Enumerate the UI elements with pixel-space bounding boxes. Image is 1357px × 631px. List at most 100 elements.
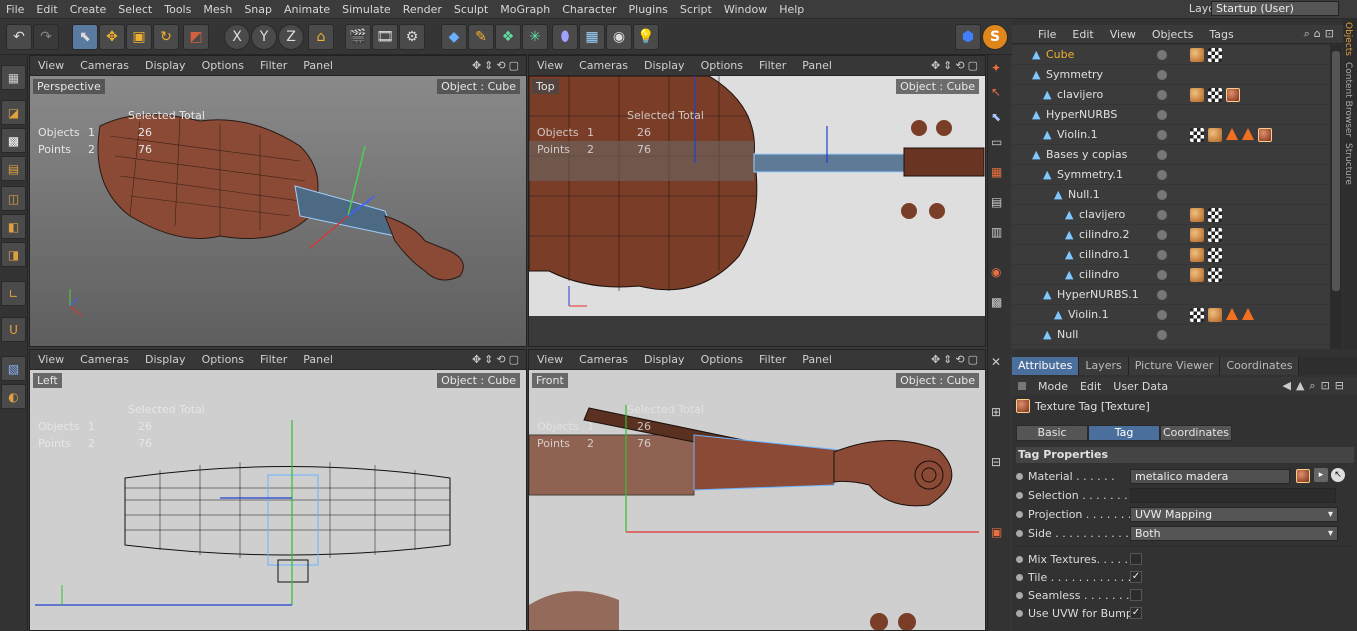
vp-menu-display[interactable]: Display	[137, 59, 194, 72]
viewport-canvas[interactable]: Front Object : Cube Selected Total Objec…	[529, 370, 985, 630]
tool-icon[interactable]: ▥	[991, 225, 1002, 239]
recent-tool-icon[interactable]: ◩	[183, 24, 209, 50]
object-row[interactable]: ▲ Cube	[1012, 45, 1330, 65]
object-row[interactable]: ▲ clavijero	[1012, 85, 1330, 105]
cloner-icon[interactable]: ✳	[522, 24, 548, 50]
side-tab-structure[interactable]: Structure	[1343, 140, 1353, 188]
layer-dot[interactable]	[1157, 210, 1167, 220]
vp-menu-options[interactable]: Options	[693, 353, 751, 366]
object-row[interactable]: ▲ Null.1	[1012, 185, 1330, 205]
vp-menu-filter[interactable]: Filter	[252, 59, 295, 72]
viewport-canvas[interactable]: Top Object : Cube Selected Total Objects…	[529, 75, 985, 316]
tool-icon[interactable]: ▩	[991, 295, 1002, 309]
texture-tag-icon[interactable]	[1208, 268, 1222, 282]
tool-icon[interactable]: ▣	[991, 525, 1002, 539]
rotate-icon[interactable]: ↻	[153, 24, 179, 50]
layer-dot[interactable]	[1157, 270, 1167, 280]
menu-script[interactable]: Script	[674, 3, 718, 16]
layer-dot[interactable]	[1157, 290, 1167, 300]
scale-icon[interactable]: ▣	[126, 24, 152, 50]
vp-menu-view[interactable]: View	[529, 59, 571, 72]
texture-tag-icon[interactable]	[1208, 248, 1222, 262]
object-row[interactable]: ▲ Null	[1012, 325, 1330, 345]
viewport-top[interactable]: View Cameras Display Options Filter Pane…	[528, 55, 986, 347]
layer-dot[interactable]	[1157, 250, 1167, 260]
layer-dot[interactable]	[1157, 170, 1167, 180]
cube-primitive-icon[interactable]: ◆	[441, 24, 467, 50]
object-name[interactable]: Symmetry	[1046, 68, 1103, 81]
om-menu-tags[interactable]: Tags	[1201, 28, 1241, 41]
render-settings-icon[interactable]: ⚙	[399, 24, 425, 50]
seamless-checkbox[interactable]	[1130, 589, 1142, 601]
tool-icon[interactable]: ⊟	[991, 455, 1001, 469]
render-view-icon[interactable]: 🎬	[345, 24, 371, 50]
floor-icon[interactable]: ▦	[579, 24, 605, 50]
material-preview-icon[interactable]	[1296, 469, 1310, 483]
texture-tag-icon[interactable]	[1208, 208, 1222, 222]
viewport-canvas[interactable]: Left Object : Cube Selected Total Object…	[30, 370, 526, 630]
object-name[interactable]: Cube	[1046, 48, 1074, 61]
anim-dot[interactable]	[1016, 573, 1023, 581]
vp-menu-panel[interactable]: Panel	[295, 353, 341, 366]
menu-select[interactable]: Select	[112, 3, 158, 16]
tool-icon[interactable]: ▦	[991, 165, 1002, 179]
spline-pen-icon[interactable]: ✎	[468, 24, 494, 50]
model-mode-icon[interactable]: ◪	[1, 100, 26, 125]
menu-create[interactable]: Create	[64, 3, 113, 16]
workplane-icon[interactable]: ▤	[1, 156, 26, 181]
texture-tag-icon[interactable]	[1208, 88, 1222, 102]
om-menu-file[interactable]: File	[1030, 28, 1064, 41]
layer-dot[interactable]	[1157, 330, 1167, 340]
light-icon[interactable]: 💡	[633, 24, 659, 50]
anim-dot[interactable]	[1016, 491, 1023, 499]
tab-coordinates[interactable]: Coordinates	[1220, 357, 1300, 375]
vp-menu-panel[interactable]: Panel	[794, 59, 840, 72]
move-icon[interactable]: ✥	[99, 24, 125, 50]
object-row[interactable]: ▲ clavijero	[1012, 205, 1330, 225]
anim-dot[interactable]	[1016, 609, 1023, 617]
live-selection-icon[interactable]: ⬉	[72, 24, 98, 50]
object-name[interactable]: cilindro	[1079, 268, 1119, 281]
anim-dot[interactable]	[1016, 529, 1023, 537]
menu-snap[interactable]: Snap	[238, 3, 278, 16]
om-menu-view[interactable]: View	[1102, 28, 1144, 41]
undo-icon[interactable]: ↶	[6, 24, 32, 50]
subtab-basic[interactable]: Basic	[1016, 425, 1088, 441]
menu-tools[interactable]: Tools	[158, 3, 197, 16]
magnet-icon[interactable]: U	[1, 317, 26, 342]
om-menu-edit[interactable]: Edit	[1064, 28, 1101, 41]
material-field[interactable]: metalico madera	[1130, 468, 1290, 484]
viewport-nav-icons[interactable]: ✥⇕⟲▢	[931, 353, 981, 366]
viewport-left[interactable]: View Cameras Display Options Filter Pane…	[29, 349, 527, 631]
vp-menu-cameras[interactable]: Cameras	[571, 353, 636, 366]
redo-icon[interactable]: ↷	[33, 24, 59, 50]
coordinate-system-icon[interactable]: ⌂	[308, 24, 334, 50]
viewport-canvas[interactable]: Perspective Object : Cube Selected Total…	[30, 76, 526, 346]
attr-menu-user-data[interactable]: User Data	[1107, 380, 1174, 393]
warning-tag-icon[interactable]	[1226, 128, 1238, 140]
python-script-icon[interactable]: ⬢	[955, 24, 981, 50]
vp-menu-filter[interactable]: Filter	[751, 59, 794, 72]
layer-dot[interactable]	[1157, 230, 1167, 240]
uvw-bump-checkbox[interactable]: ✓	[1130, 607, 1142, 619]
menu-render[interactable]: Render	[397, 3, 448, 16]
vp-menu-filter[interactable]: Filter	[252, 353, 295, 366]
object-name[interactable]: Null.1	[1068, 188, 1100, 201]
viewport-perspective[interactable]: View Cameras Display Options Filter Pane…	[29, 55, 527, 347]
object-name[interactable]: clavijero	[1079, 208, 1125, 221]
selection-field[interactable]	[1130, 487, 1336, 503]
vp-menu-panel[interactable]: Panel	[295, 59, 341, 72]
phong-tag-icon[interactable]	[1190, 88, 1204, 102]
vp-menu-options[interactable]: Options	[194, 59, 252, 72]
workplane-grid-icon[interactable]: ▧	[1, 356, 26, 381]
anim-dot[interactable]	[1016, 510, 1023, 518]
attr-menu-mode[interactable]: Mode	[1032, 380, 1074, 393]
camera-icon[interactable]: ◉	[606, 24, 632, 50]
menu-file[interactable]: File	[0, 3, 30, 16]
viewport-front[interactable]: View Cameras Display Options Filter Pane…	[528, 349, 986, 631]
object-name[interactable]: Violin.1	[1057, 128, 1098, 141]
snap-icon[interactable]: ◐	[1, 384, 26, 409]
anim-dot[interactable]	[1016, 472, 1023, 480]
tile-checkbox[interactable]: ✓	[1130, 571, 1142, 583]
subtab-tag[interactable]: Tag	[1088, 425, 1160, 441]
